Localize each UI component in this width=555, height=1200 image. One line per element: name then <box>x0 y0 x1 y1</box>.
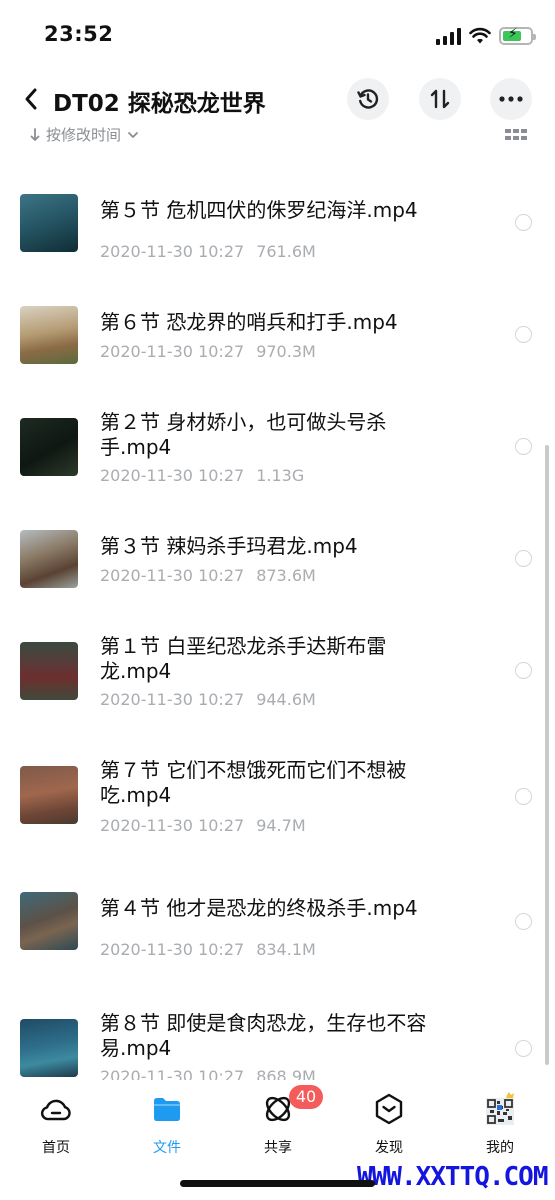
cloud-icon <box>40 1092 72 1126</box>
chevron-down-icon <box>128 131 138 138</box>
file-list[interactable]: 第５节 危机四伏的侏罗纪海洋.mp4 2020-11-30 10:27 761.6… <box>0 150 555 1080</box>
file-meta: 2020-11-30 10:27 834.1M <box>100 940 316 959</box>
file-name: 第８节 即使是食肉恐龙，生存也不容易.mp4 <box>100 1011 427 1060</box>
history-icon <box>357 89 379 109</box>
select-radio[interactable] <box>515 438 532 455</box>
file-date: 2020-11-30 10:27 <box>100 566 245 585</box>
file-name: 第３节 辣妈杀手玛君龙.mp4 <box>100 534 358 558</box>
cellular-signal-icon <box>436 27 461 45</box>
select-radio[interactable] <box>515 788 532 805</box>
list-item[interactable]: 第２节 身材娇小，也可做头号杀手.mp4 2020-11-30 10:27 1.1… <box>0 410 555 528</box>
file-meta: 2020-11-30 10:27 94.7M <box>100 816 306 835</box>
transfer-button[interactable] <box>419 78 461 120</box>
home-indicator[interactable] <box>180 1180 375 1187</box>
video-thumbnail <box>20 642 78 700</box>
video-thumbnail <box>20 766 78 824</box>
page-title: DT02 探秘恐龙世界 <box>53 91 266 117</box>
nav-share-label: 共享 <box>264 1140 292 1156</box>
file-meta: 2020-11-30 10:27 944.6M <box>100 690 316 709</box>
battery-charging-icon: ⚡ <box>499 26 536 45</box>
file-size: 1.13G <box>256 466 305 485</box>
folder-icon <box>151 1092 183 1126</box>
file-date: 2020-11-30 10:27 <box>100 940 245 959</box>
select-radio[interactable] <box>515 1040 532 1057</box>
file-size: 944.6M <box>256 690 316 709</box>
select-radio[interactable] <box>515 913 532 930</box>
file-date: 2020-11-30 10:27 <box>100 690 245 709</box>
file-size: 94.7M <box>256 816 306 835</box>
file-name: 第１节 白垩纪恐龙杀手达斯布雷龙.mp4 <box>100 634 387 683</box>
back-button[interactable] <box>16 83 46 115</box>
video-thumbnail <box>20 530 78 588</box>
nav-mine[interactable]: 我的 <box>460 1090 540 1156</box>
file-date: 2020-11-30 10:27 <box>100 242 245 261</box>
more-dots-icon <box>499 96 523 102</box>
avatar <box>484 1092 516 1126</box>
nav-discover[interactable]: 发现 <box>349 1090 429 1156</box>
grid-view-icon[interactable] <box>505 129 527 141</box>
video-thumbnail <box>20 194 78 252</box>
history-button[interactable] <box>347 78 389 120</box>
file-name: 第６节 恐龙界的哨兵和打手.mp4 <box>100 310 398 334</box>
chevron-left-icon <box>25 88 37 110</box>
list-item[interactable]: 第５节 危机四伏的侏罗纪海洋.mp4 2020-11-30 10:27 761.6… <box>0 192 555 304</box>
select-radio[interactable] <box>515 550 532 567</box>
nav-files[interactable]: 文件 <box>127 1090 207 1156</box>
status-time: 23:52 <box>44 22 114 46</box>
wifi-icon <box>469 27 491 44</box>
file-meta: 2020-11-30 10:27 761.6M <box>100 242 316 261</box>
video-thumbnail <box>20 418 78 476</box>
list-item[interactable]: 第１节 白垩纪恐龙杀手达斯布雷龙.mp4 2020-11-30 10:27 944… <box>0 634 555 752</box>
file-size: 970.3M <box>256 342 316 361</box>
select-radio[interactable] <box>515 326 532 343</box>
file-date: 2020-11-30 10:27 <box>100 342 245 361</box>
nav-discover-label: 发现 <box>375 1140 403 1156</box>
file-date: 2020-11-30 10:27 <box>100 816 245 835</box>
sort-label: 按修改时间 <box>46 126 122 144</box>
select-radio[interactable] <box>515 662 532 679</box>
file-size: 868.9M <box>256 1067 316 1080</box>
arrow-down-icon <box>30 127 40 141</box>
status-bar: 23:52 ⚡ <box>0 0 555 70</box>
file-date: 2020-11-30 10:27 <box>100 1067 245 1080</box>
file-meta: 2020-11-30 10:27 873.6M <box>100 566 316 585</box>
list-item[interactable]: 第６节 恐龙界的哨兵和打手.mp4 2020-11-30 10:27 970.3M <box>0 304 555 416</box>
nav-home[interactable]: 首页 <box>16 1090 96 1156</box>
file-name: 第７节 它们不想饿死而它们不想被吃.mp4 <box>100 758 407 807</box>
list-item[interactable]: 第３节 辣妈杀手玛君龙.mp4 2020-11-30 10:27 873.6M <box>0 528 555 640</box>
scrollbar[interactable] <box>545 445 549 1065</box>
file-name: 第５节 危机四伏的侏罗纪海洋.mp4 <box>100 198 418 222</box>
file-name: 第４节 他才是恐龙的终极杀手.mp4 <box>100 896 418 920</box>
file-meta: 2020-11-30 10:27 970.3M <box>100 342 316 361</box>
list-item[interactable]: 第７节 它们不想饿死而它们不想被吃.mp4 2020-11-30 10:27 94… <box>0 752 555 864</box>
file-size: 834.1M <box>256 940 316 959</box>
discover-box-icon <box>373 1092 405 1126</box>
video-thumbnail <box>20 892 78 950</box>
nav-files-label: 文件 <box>153 1140 181 1156</box>
file-name: 第２节 身材娇小，也可做头号杀手.mp4 <box>100 410 387 459</box>
file-date: 2020-11-30 10:27 <box>100 466 245 485</box>
watermark: WWW.XXTTQ.COM <box>357 1162 548 1192</box>
file-meta: 2020-11-30 10:27 1.13G <box>100 466 304 485</box>
status-icons: ⚡ <box>436 24 536 48</box>
transfer-arrows-icon <box>430 89 450 109</box>
nav-mine-label: 我的 <box>486 1140 514 1156</box>
file-meta: 2020-11-30 10:27 868.9M <box>100 1067 316 1080</box>
sort-bar: 按修改时间 <box>0 120 555 148</box>
select-radio[interactable] <box>515 214 532 231</box>
sort-toggle[interactable]: 按修改时间 <box>30 124 139 145</box>
file-size: 873.6M <box>256 566 316 585</box>
video-thumbnail <box>20 1019 78 1077</box>
share-count-badge: 40 <box>289 1085 323 1109</box>
video-thumbnail <box>20 306 78 364</box>
list-item[interactable]: 第４节 他才是恐龙的终极杀手.mp4 2020-11-30 10:27 834.1… <box>0 890 555 1002</box>
nav-home-label: 首页 <box>42 1140 70 1156</box>
file-size: 761.6M <box>256 242 316 261</box>
list-item[interactable]: 第８节 即使是食肉恐龙，生存也不容易.mp4 2020-11-30 10:27 8… <box>0 1005 555 1080</box>
more-button[interactable] <box>490 78 532 120</box>
